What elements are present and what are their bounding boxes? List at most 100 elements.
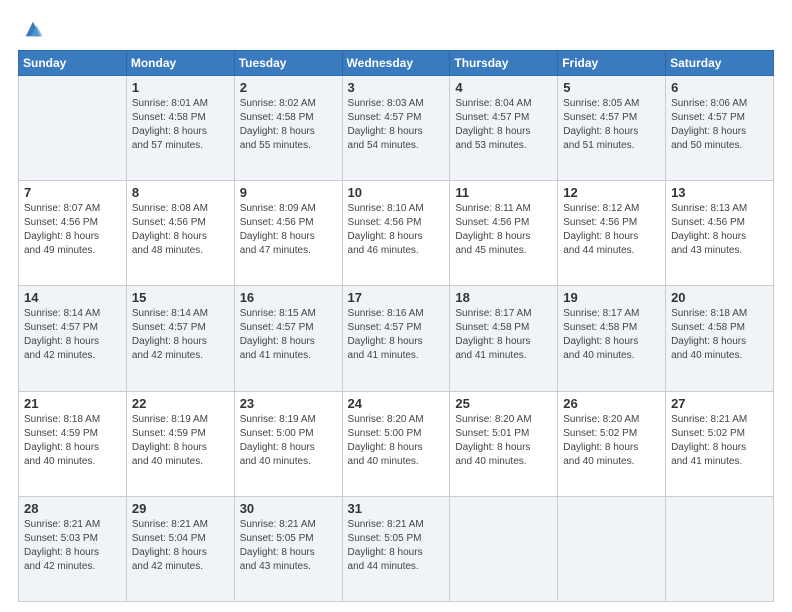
sunset-text: Sunset: 4:58 PM: [132, 111, 229, 125]
sunrise-text: Sunrise: 8:17 AM: [563, 307, 660, 321]
day-info: Sunrise: 8:04 AMSunset: 4:57 PMDaylight:…: [455, 97, 552, 153]
sunrise-text: Sunrise: 8:03 AM: [348, 97, 445, 111]
daylight-text-continued: and 53 minutes.: [455, 139, 552, 153]
daylight-text: Daylight: 8 hours: [563, 125, 660, 139]
sunrise-text: Sunrise: 8:12 AM: [563, 202, 660, 216]
header-sunday: Sunday: [19, 51, 127, 76]
daylight-text-continued: and 43 minutes.: [240, 560, 337, 574]
daylight-text-continued: and 57 minutes.: [132, 139, 229, 153]
day-number: 4: [455, 80, 552, 95]
calendar-day-cell: 29 Sunrise: 8:21 AMSunset: 5:04 PMDayligh…: [126, 496, 234, 601]
sunrise-text: Sunrise: 8:18 AM: [671, 307, 768, 321]
day-info: Sunrise: 8:21 AMSunset: 5:04 PMDaylight:…: [132, 518, 229, 574]
daylight-text-continued: and 40 minutes.: [132, 455, 229, 469]
day-info: Sunrise: 8:21 AMSunset: 5:05 PMDaylight:…: [240, 518, 337, 574]
daylight-text-continued: and 40 minutes.: [240, 455, 337, 469]
day-info: Sunrise: 8:07 AMSunset: 4:56 PMDaylight:…: [24, 202, 121, 258]
sunset-text: Sunset: 4:56 PM: [24, 216, 121, 230]
day-info: Sunrise: 8:08 AMSunset: 4:56 PMDaylight:…: [132, 202, 229, 258]
sunrise-text: Sunrise: 8:21 AM: [671, 413, 768, 427]
day-info: Sunrise: 8:14 AMSunset: 4:57 PMDaylight:…: [24, 307, 121, 363]
daylight-text: Daylight: 8 hours: [132, 546, 229, 560]
day-number: 25: [455, 396, 552, 411]
daylight-text-continued: and 40 minutes.: [563, 455, 660, 469]
daylight-text-continued: and 45 minutes.: [455, 244, 552, 258]
sunrise-text: Sunrise: 8:15 AM: [240, 307, 337, 321]
sunset-text: Sunset: 5:00 PM: [348, 427, 445, 441]
sunset-text: Sunset: 4:56 PM: [132, 216, 229, 230]
sunset-text: Sunset: 5:00 PM: [240, 427, 337, 441]
day-number: 17: [348, 290, 445, 305]
daylight-text: Daylight: 8 hours: [240, 441, 337, 455]
sunset-text: Sunset: 5:02 PM: [563, 427, 660, 441]
daylight-text-continued: and 40 minutes.: [24, 455, 121, 469]
calendar-day-cell: 21Sunrise: 8:18 AMSunset: 4:59 PMDayligh…: [19, 391, 127, 496]
calendar-day-cell: 19Sunrise: 8:17 AMSunset: 4:58 PMDayligh…: [558, 286, 666, 391]
daylight-text-continued: and 40 minutes.: [671, 349, 768, 363]
daylight-text-continued: and 49 minutes.: [24, 244, 121, 258]
day-info: Sunrise: 8:03 AMSunset: 4:57 PMDaylight:…: [348, 97, 445, 153]
sunset-text: Sunset: 5:02 PM: [671, 427, 768, 441]
sunset-text: Sunset: 4:57 PM: [671, 111, 768, 125]
day-number: 19: [563, 290, 660, 305]
day-number: 29: [132, 501, 229, 516]
daylight-text-continued: and 43 minutes.: [671, 244, 768, 258]
day-number: 18: [455, 290, 552, 305]
daylight-text: Daylight: 8 hours: [132, 230, 229, 244]
sunrise-text: Sunrise: 8:21 AM: [24, 518, 121, 532]
sunrise-text: Sunrise: 8:01 AM: [132, 97, 229, 111]
sunrise-text: Sunrise: 8:08 AM: [132, 202, 229, 216]
calendar-week-row: 28Sunrise: 8:21 AMSunset: 5:03 PMDayligh…: [19, 496, 774, 601]
daylight-text-continued: and 41 minutes.: [348, 349, 445, 363]
day-info: Sunrise: 8:02 AMSunset: 4:58 PMDaylight:…: [240, 97, 337, 153]
calendar-day-cell: 12Sunrise: 8:12 AMSunset: 4:56 PMDayligh…: [558, 181, 666, 286]
sunrise-text: Sunrise: 8:13 AM: [671, 202, 768, 216]
daylight-text-continued: and 41 minutes.: [671, 455, 768, 469]
sunset-text: Sunset: 4:59 PM: [24, 427, 121, 441]
sunrise-text: Sunrise: 8:11 AM: [455, 202, 552, 216]
daylight-text: Daylight: 8 hours: [455, 230, 552, 244]
daylight-text-continued: and 51 minutes.: [563, 139, 660, 153]
calendar-day-cell: [666, 496, 774, 601]
day-info: Sunrise: 8:14 AMSunset: 4:57 PMDaylight:…: [132, 307, 229, 363]
header-wednesday: Wednesday: [342, 51, 450, 76]
calendar-table: Sunday Monday Tuesday Wednesday Thursday…: [18, 50, 774, 602]
daylight-text-continued: and 42 minutes.: [132, 560, 229, 574]
sunset-text: Sunset: 4:57 PM: [348, 321, 445, 335]
calendar-day-cell: 22Sunrise: 8:19 AMSunset: 4:59 PMDayligh…: [126, 391, 234, 496]
daylight-text: Daylight: 8 hours: [455, 335, 552, 349]
calendar-day-cell: 3Sunrise: 8:03 AMSunset: 4:57 PMDaylight…: [342, 76, 450, 181]
sunset-text: Sunset: 4:56 PM: [348, 216, 445, 230]
day-number: 6: [671, 80, 768, 95]
day-number: 28: [24, 501, 121, 516]
sunrise-text: Sunrise: 8:17 AM: [455, 307, 552, 321]
daylight-text-continued: and 48 minutes.: [132, 244, 229, 258]
sunrise-text: Sunrise: 8:14 AM: [24, 307, 121, 321]
calendar-day-cell: 23Sunrise: 8:19 AMSunset: 5:00 PMDayligh…: [234, 391, 342, 496]
day-info: Sunrise: 8:10 AMSunset: 4:56 PMDaylight:…: [348, 202, 445, 258]
day-info: Sunrise: 8:21 AMSunset: 5:05 PMDaylight:…: [348, 518, 445, 574]
sunset-text: Sunset: 4:57 PM: [348, 111, 445, 125]
day-number: 7: [24, 185, 121, 200]
day-info: Sunrise: 8:01 AMSunset: 4:58 PMDaylight:…: [132, 97, 229, 153]
day-number: 8: [132, 185, 229, 200]
calendar-week-row: 21Sunrise: 8:18 AMSunset: 4:59 PMDayligh…: [19, 391, 774, 496]
calendar-week-row: 1Sunrise: 8:01 AMSunset: 4:58 PMDaylight…: [19, 76, 774, 181]
daylight-text: Daylight: 8 hours: [24, 546, 121, 560]
sunrise-text: Sunrise: 8:19 AM: [240, 413, 337, 427]
day-info: Sunrise: 8:09 AMSunset: 4:56 PMDaylight:…: [240, 202, 337, 258]
day-info: Sunrise: 8:21 AMSunset: 5:02 PMDaylight:…: [671, 413, 768, 469]
header-tuesday: Tuesday: [234, 51, 342, 76]
daylight-text: Daylight: 8 hours: [563, 441, 660, 455]
daylight-text: Daylight: 8 hours: [240, 125, 337, 139]
daylight-text-continued: and 40 minutes.: [348, 455, 445, 469]
day-number: 2: [240, 80, 337, 95]
day-info: Sunrise: 8:15 AMSunset: 4:57 PMDaylight:…: [240, 307, 337, 363]
daylight-text: Daylight: 8 hours: [671, 125, 768, 139]
sunset-text: Sunset: 4:57 PM: [24, 321, 121, 335]
calendar-day-cell: [450, 496, 558, 601]
day-number: 11: [455, 185, 552, 200]
day-number: 5: [563, 80, 660, 95]
header-friday: Friday: [558, 51, 666, 76]
daylight-text: Daylight: 8 hours: [348, 125, 445, 139]
